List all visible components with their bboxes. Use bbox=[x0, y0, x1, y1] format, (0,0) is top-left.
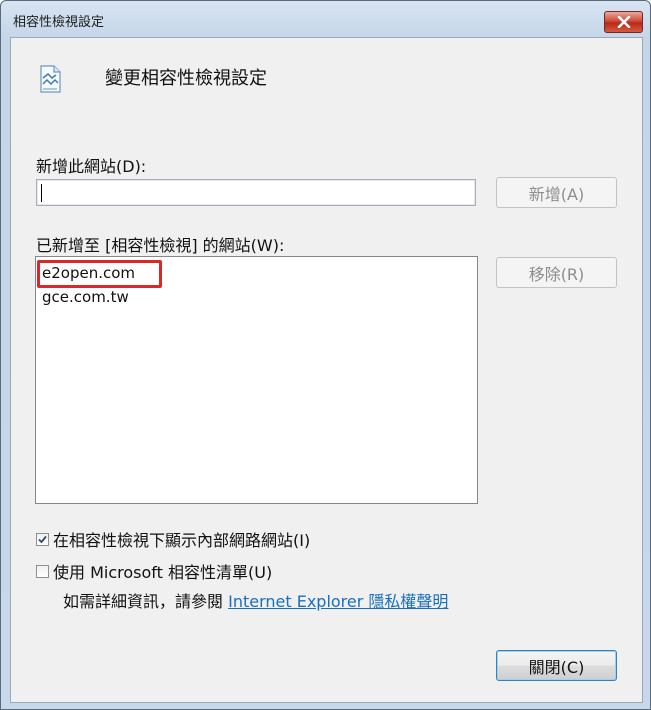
intranet-option-label: 在相容性檢視下顯示內部網路網站(I) bbox=[53, 531, 311, 550]
ms-list-option[interactable]: 使用 Microsoft 相容性清單(U) bbox=[36, 559, 272, 583]
add-site-input[interactable] bbox=[36, 179, 476, 206]
added-sites-label: 已新增至 [相容性檢視] 的網站(W): bbox=[36, 236, 285, 255]
dialog-heading: 變更相容性檢視設定 bbox=[105, 68, 267, 89]
ms-list-option-label: 使用 Microsoft 相容性清單(U) bbox=[53, 563, 273, 582]
list-item[interactable]: e2open.com bbox=[42, 264, 135, 282]
dialog-body: 變更相容性檢視設定 新增此網站(D): 新增(A) 已新增至 [相容性檢視] 的… bbox=[10, 37, 643, 703]
close-window-button[interactable] bbox=[604, 11, 643, 33]
window-title: 相容性檢視設定 bbox=[13, 15, 105, 30]
title-bar[interactable]: 相容性檢視設定 bbox=[1, 1, 650, 37]
text-caret bbox=[41, 184, 42, 202]
ms-list-checkbox[interactable] bbox=[36, 564, 49, 578]
close-icon bbox=[617, 16, 630, 28]
list-item[interactable]: gce.com.tw bbox=[42, 288, 129, 306]
add-button[interactable]: 新增(A) bbox=[496, 177, 617, 208]
info-text: 如需詳細資訊，請參閱 Internet Explorer 隱私權聲明 bbox=[63, 588, 448, 612]
intranet-checkbox[interactable] bbox=[36, 532, 49, 546]
added-sites-list[interactable]: e2open.com gce.com.tw bbox=[35, 256, 478, 504]
close-button[interactable]: 關閉(C) bbox=[496, 650, 617, 681]
add-site-label: 新增此網站(D): bbox=[36, 157, 147, 176]
compat-view-icon bbox=[40, 65, 61, 93]
privacy-link[interactable]: Internet Explorer 隱私權聲明 bbox=[228, 592, 448, 611]
dialog-window: 相容性檢視設定 變更相容性檢視設定 新增此網站(D): 新增(A) 已新增至 [… bbox=[0, 0, 651, 710]
checkmark-icon bbox=[38, 535, 47, 543]
intranet-option[interactable]: 在相容性檢視下顯示內部網路網站(I) bbox=[36, 527, 310, 551]
remove-button[interactable]: 移除(R) bbox=[496, 257, 617, 288]
info-prefix: 如需詳細資訊，請參閱 bbox=[63, 592, 229, 611]
